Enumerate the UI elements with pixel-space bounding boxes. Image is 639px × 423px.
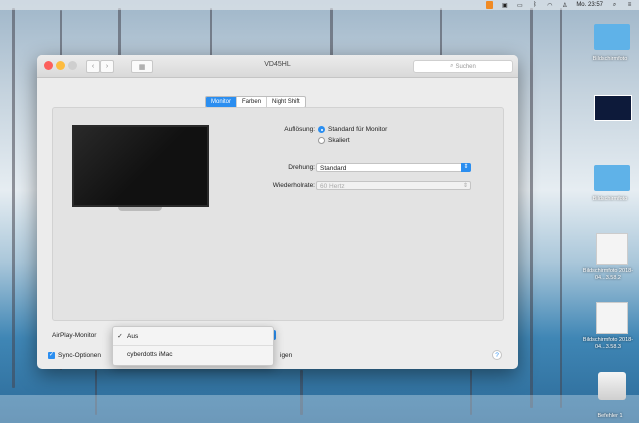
tree-trunk [210, 8, 212, 56]
refresh-value: 60 Hertz [320, 183, 345, 190]
sync-options-checkbox[interactable]: ✓ [48, 352, 55, 359]
help-button[interactable]: ? [492, 350, 502, 360]
resolution-default-radio[interactable] [318, 126, 325, 133]
wifi-icon[interactable]: ◠ [546, 1, 553, 9]
folder-icon[interactable] [594, 24, 630, 50]
resolution-scaled-label: Skaliert [328, 137, 350, 144]
resolution-scaled-radio[interactable] [318, 137, 325, 144]
monitor-settings-panel: Auflösung: Standard für Monitor Skaliert… [52, 107, 504, 321]
desktop-item-label: Befehler 1 [597, 413, 623, 419]
checkmark-icon: ✓ [117, 333, 123, 340]
snow-ground [0, 395, 639, 423]
screen-icon[interactable]: ▣ [501, 1, 508, 9]
bluetooth-icon[interactable]: ᛒ [531, 1, 538, 9]
tree-trunk [560, 8, 562, 408]
app-icon[interactable] [486, 1, 494, 9]
screenshot-icon[interactable] [596, 233, 628, 265]
tree-trunk [440, 8, 442, 56]
menu-separator [113, 345, 273, 346]
desktop-item-label: Bildschirmfoto [592, 56, 628, 62]
drive-icon[interactable] [598, 372, 626, 400]
user-icon[interactable]: ♙ [561, 1, 568, 9]
desktop-item-label: Bildschirmfoto [592, 196, 628, 202]
search-input[interactable]: ⌕ Suchen [413, 60, 513, 73]
airplay-dropdown-menu: ✓ Aus cyberdotts iMac [112, 326, 274, 366]
search-icon: ⌕ [450, 63, 454, 69]
search-icon[interactable]: ⌕ [611, 1, 618, 9]
tab-farben[interactable]: Farben [237, 97, 268, 107]
monitor-stand [118, 207, 162, 211]
sync-options-suffix: igen [280, 352, 293, 359]
screenshot-icon[interactable] [596, 302, 628, 334]
folder-icon[interactable] [594, 165, 630, 191]
title-bar: ‹ › ▦ VD45HL ⌕ Suchen [37, 55, 518, 78]
rotation-select[interactable]: Standard ⇕ [316, 163, 471, 172]
monitor-image [72, 125, 209, 207]
tree-trunk [12, 8, 15, 388]
rotation-label: Drehung: [288, 164, 315, 171]
display-thumbnail-icon[interactable] [594, 95, 632, 121]
rotation-value: Standard [320, 165, 347, 172]
menu-item-label: cyberdotts iMac [127, 351, 173, 358]
tree-trunk [330, 8, 333, 58]
tree-trunk [530, 8, 533, 408]
tab-monitor[interactable]: Monitor [206, 97, 238, 107]
refresh-rate-select[interactable]: 60 Hertz ⇕ [316, 181, 471, 190]
menu-item-imac[interactable]: cyberdotts iMac [113, 348, 273, 362]
tab-night-shift[interactable]: Night Shift [267, 97, 305, 107]
airplay-label: AirPlay-Monitor [52, 332, 97, 339]
menu-item-aus[interactable]: ✓ Aus [113, 330, 273, 344]
tree-trunk [118, 8, 121, 58]
desktop-item-label: Bildschirmfoto 2018-04...3.58.2 [582, 268, 634, 281]
display-icon[interactable]: ▭ [516, 1, 523, 9]
menu-item-label: Aus [127, 333, 139, 340]
resolution-default-label: Standard für Monitor [328, 126, 388, 133]
clock[interactable]: Mo. 23:57 [576, 1, 603, 9]
chevron-updown-icon: ⇕ [462, 183, 468, 189]
refresh-label: Wiederholrate: [272, 182, 315, 189]
desktop-item-label: Bildschirmfoto 2018-04...3.58.3 [582, 337, 634, 350]
sync-options-label: Sync-Optionen [58, 352, 101, 359]
menu-bar: ▣ ▭ ᛒ ◠ ♙ Mo. 23:57 ⌕ ≡ [0, 0, 639, 10]
search-placeholder: Suchen [455, 63, 476, 70]
display-preferences-window: ‹ › ▦ VD45HL ⌕ Suchen Monitor Farben Nig… [37, 55, 518, 369]
chevron-updown-icon: ⇕ [461, 163, 471, 172]
resolution-label: Auflösung: [284, 126, 315, 133]
list-icon[interactable]: ≡ [626, 1, 633, 9]
desktop-background: ▣ ▭ ᛒ ◠ ♙ Mo. 23:57 ⌕ ≡ Bildschirmfoto B… [0, 0, 639, 423]
